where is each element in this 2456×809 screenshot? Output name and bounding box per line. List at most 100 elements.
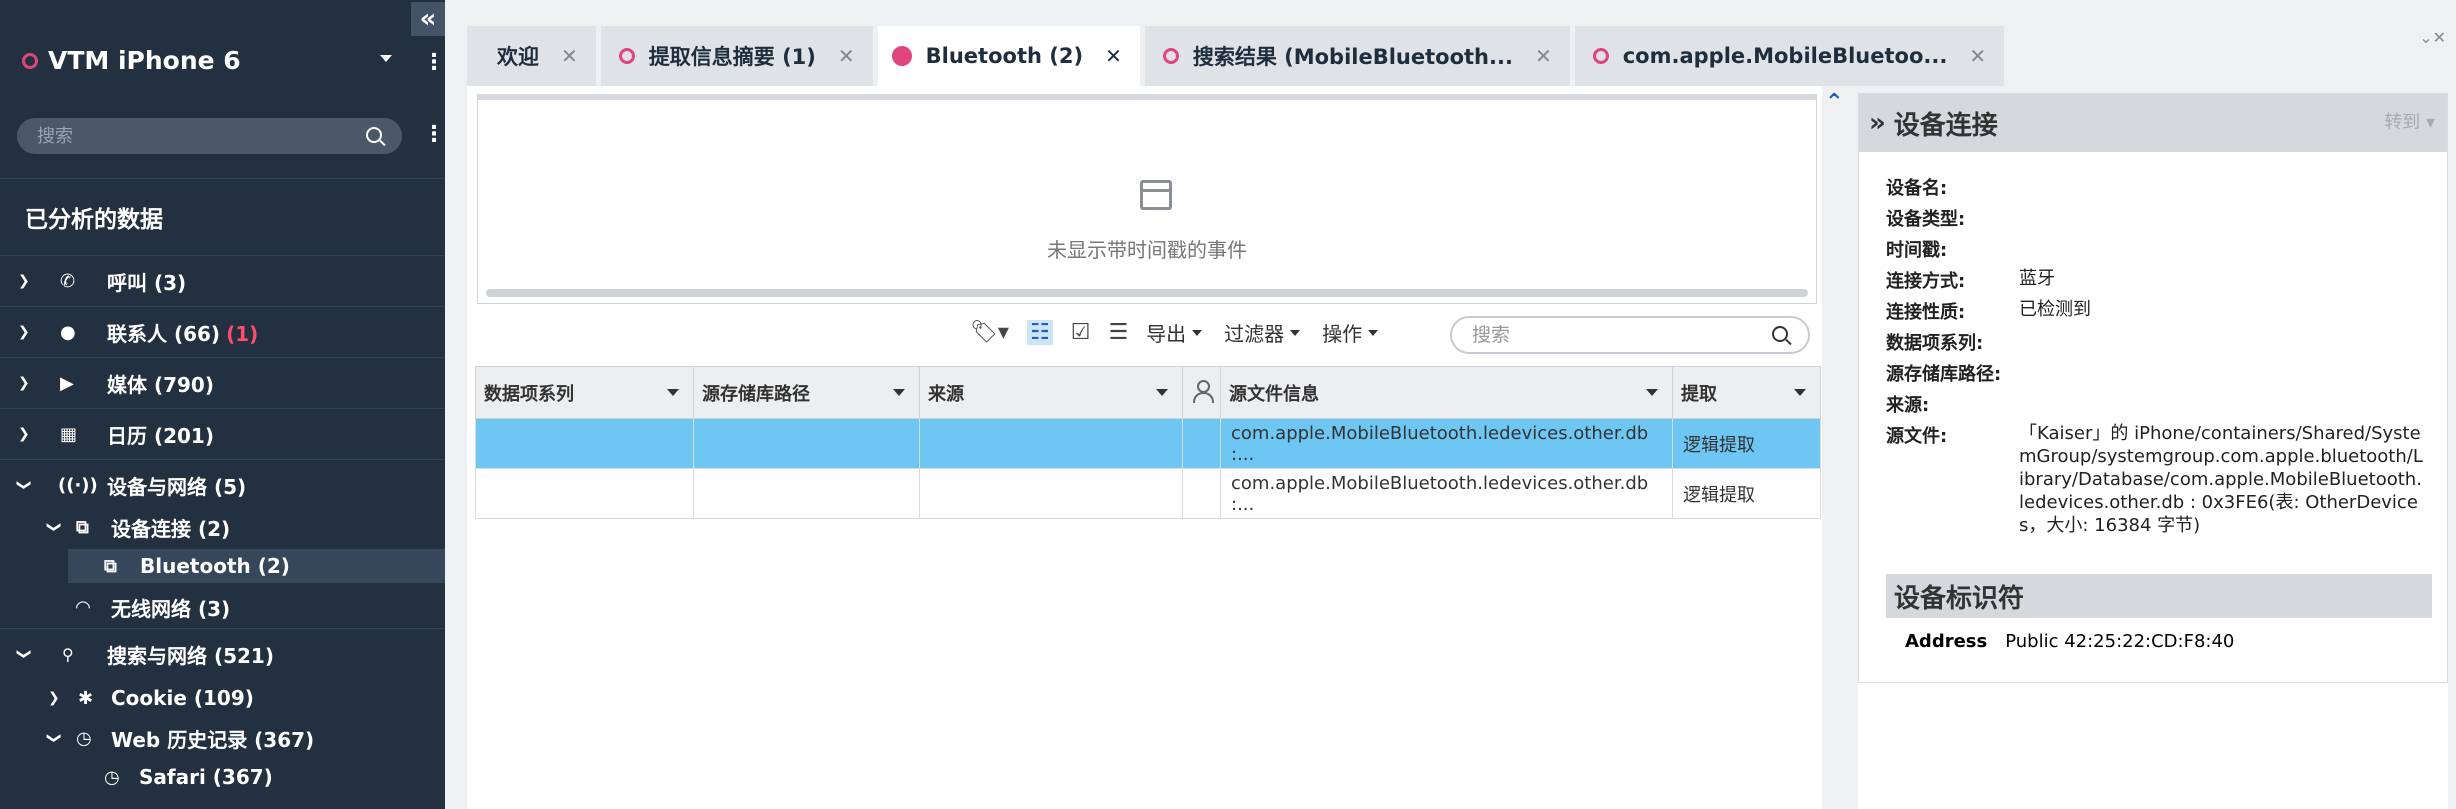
field-key: 时间戳: — [1886, 240, 1948, 261]
sidebar-item-cookie[interactable]: ❯ ✱ Cookie (109) — [0, 681, 445, 715]
detail-panel: » 设备连接 转到 ▾ 设备名: 设备类型: 时间戳: 连接方式: 蓝牙 连接性质… — [1858, 93, 2448, 683]
address-key: Address — [1905, 631, 1988, 652]
caret-down-icon[interactable] — [1156, 389, 1168, 396]
sidebar-item-label: 设备与网络 (5) — [107, 474, 247, 499]
caret-down-icon[interactable] — [893, 389, 905, 396]
collapse-up-icon[interactable]: ⌃ — [1825, 90, 1843, 115]
chevron-down-icon[interactable]: ❯ — [16, 479, 32, 491]
tab-extraction-summary[interactable]: 提取信息摘要 (1) ✕ — [600, 26, 873, 86]
tab-source-file[interactable]: com.apple.MobileBluetoo... ✕ — [1574, 26, 2005, 86]
cell — [693, 418, 920, 469]
caret-down-icon[interactable] — [1646, 389, 1658, 396]
column-header-extraction[interactable]: 提取 — [1672, 366, 1821, 419]
address-value: Public 42:25:22:CD:F8:40 — [2005, 631, 2235, 652]
column-header-source[interactable]: 来源 — [919, 366, 1183, 419]
tag-icon[interactable]: 🏷▾ — [970, 320, 1009, 345]
sidebar-item-media[interactable]: ❯ ▶ 媒体 (790) — [0, 358, 445, 408]
check-all-icon[interactable]: ☑ — [1071, 320, 1091, 345]
close-icon[interactable]: ✕ — [838, 44, 855, 68]
search-icon[interactable] — [366, 126, 382, 143]
column-header-source-path[interactable]: 源存储库路径 — [693, 366, 920, 419]
collapse-sidebar-button[interactable]: « — [411, 2, 445, 36]
tab-bluetooth[interactable]: Bluetooth (2) ✕ — [877, 26, 1140, 86]
export-menu[interactable]: 导出 — [1146, 318, 1203, 347]
chevron-down-icon[interactable]: ❯ — [16, 648, 32, 660]
chevron-right-icon[interactable]: ❯ — [48, 690, 60, 706]
search-menu-icon[interactable]: ⋮ — [423, 124, 445, 146]
sidebar-item-device-connections[interactable]: ❯ ⧉ 设备连接 (2) — [0, 510, 445, 544]
column-header-source-file-info[interactable]: 源文件信息 — [1220, 366, 1673, 419]
device-connection-icon: ⧉ — [76, 516, 89, 538]
sidebar-item-contacts[interactable]: ❯ ● 联系人 (66) (1) — [0, 307, 445, 357]
filter-menu[interactable]: 过滤器 — [1224, 318, 1301, 347]
chevron-down-icon[interactable] — [380, 55, 392, 62]
chevron-down-icon[interactable]: ❯ — [46, 521, 62, 533]
cell — [1182, 418, 1221, 469]
sidebar-item-wifi[interactable]: ◠ 无线网络 (3) — [0, 590, 445, 624]
chevron-right-icon[interactable]: ❯ — [18, 375, 30, 391]
sidebar-search-input[interactable] — [37, 125, 366, 147]
contact-icon: ● — [60, 321, 76, 343]
close-icon[interactable]: ✕ — [1969, 44, 1986, 68]
column-label: 提取 — [1681, 383, 1717, 405]
field-value — [2019, 360, 2424, 386]
search-icon: ⚲ — [62, 644, 74, 664]
grid-search — [1450, 316, 1810, 354]
detail-field: 来源: — [1886, 391, 2424, 417]
actions-menu[interactable]: 操作 — [1322, 318, 1379, 347]
phone-icon: ✆ — [60, 270, 76, 292]
search-icon[interactable] — [1772, 325, 1788, 342]
column-label: 源文件信息 — [1229, 383, 1319, 405]
case-selector[interactable]: VTM iPhone 6 — [22, 46, 241, 75]
clock-icon: ◷ — [76, 727, 92, 749]
chevron-right-icon[interactable]: ❯ — [18, 273, 30, 289]
app-root: « VTM iPhone 6 ⋮ ⋮ 已分析的数据 ❯ ✆ 呼叫 (3) ❯ ●… — [0, 0, 2456, 809]
sidebar-item-search-web[interactable]: ❯ ⚲ 搜索与网络 (521) — [0, 629, 445, 679]
timeline-scrollbar[interactable] — [486, 289, 1808, 297]
chevron-right-icon[interactable]: ❯ — [18, 426, 30, 442]
list-view-icon[interactable]: ☰ — [1108, 320, 1128, 345]
expand-right-icon[interactable]: » — [1869, 108, 1886, 138]
checklist-icon[interactable]: ☷ — [1026, 320, 1053, 345]
sidebar-item-devices-networks[interactable]: ❯ ((·)) 设备与网络 (5) — [0, 460, 445, 510]
sidebar-item-label: 呼叫 (3) — [107, 270, 187, 295]
tab-ring-icon — [1592, 48, 1609, 64]
tab-overflow-icon[interactable]: ⌄✕ — [2419, 28, 2446, 47]
column-header-data-series[interactable]: 数据项系列 — [475, 366, 694, 419]
export-label: 导出 — [1146, 322, 1187, 346]
table-row[interactable]: com.apple.MobileBluetooth.ledevices.othe… — [475, 468, 1821, 519]
close-icon[interactable]: ✕ — [561, 44, 578, 68]
sidebar-item-web-history[interactable]: ❯ ◷ Web 历史记录 (367) — [0, 721, 445, 755]
field-value: 蓝牙 — [2019, 268, 2055, 289]
caret-down-icon[interactable] — [667, 389, 679, 396]
sidebar-item-safari[interactable]: ◷ Safari (367) — [0, 760, 445, 794]
goto-menu[interactable]: 转到 ▾ — [2384, 108, 2435, 134]
sidebar-item-bluetooth[interactable]: ⧉ Bluetooth (2) — [68, 549, 445, 583]
grid-toolbar: 🏷▾ ☷ ☑ ☰ 导出 过滤器 操作 — [970, 318, 1400, 347]
sidebar-item-calls[interactable]: ❯ ✆ 呼叫 (3) — [0, 256, 445, 306]
case-menu-icon[interactable]: ⋮ — [423, 52, 445, 74]
sidebar-item-label: 联系人 (66) — [107, 321, 221, 346]
tab-label: 搜索结果 (MobileBluetooth... — [1192, 45, 1513, 69]
caret-down-icon[interactable] — [1794, 389, 1806, 396]
close-icon[interactable]: ✕ — [1105, 44, 1122, 68]
table-row[interactable]: com.apple.MobileBluetooth.ledevices.othe… — [475, 418, 1821, 469]
tab-search-results[interactable]: 搜索结果 (MobileBluetooth... ✕ — [1144, 26, 1570, 86]
field-value — [2019, 329, 2424, 355]
column-header-person[interactable] — [1182, 366, 1221, 419]
detail-field: 连接方式: 蓝牙 — [1886, 267, 2424, 293]
chevron-down-icon[interactable]: ❯ — [46, 732, 62, 744]
sidebar-item-calendar[interactable]: ❯ ▦ 日历 (201) — [0, 409, 445, 459]
chevron-right-icon[interactable]: ❯ — [18, 324, 30, 340]
tab-label: Bluetooth (2) — [925, 44, 1084, 68]
field-value — [2019, 391, 2424, 417]
sidebar-item-label: Cookie (109) — [111, 686, 254, 710]
grid-search-input[interactable] — [1472, 324, 1772, 346]
close-icon[interactable]: ✕ — [1535, 44, 1552, 68]
field-key: 来源: — [1886, 395, 1930, 416]
cell-extraction: 逻辑提取 — [1672, 418, 1821, 469]
field-key: 连接方式: — [1886, 271, 1966, 292]
field-key: 设备名: — [1886, 178, 1948, 199]
section-title: 已分析的数据 — [25, 207, 163, 233]
tab-welcome[interactable]: 欢迎 ✕ — [467, 26, 596, 86]
